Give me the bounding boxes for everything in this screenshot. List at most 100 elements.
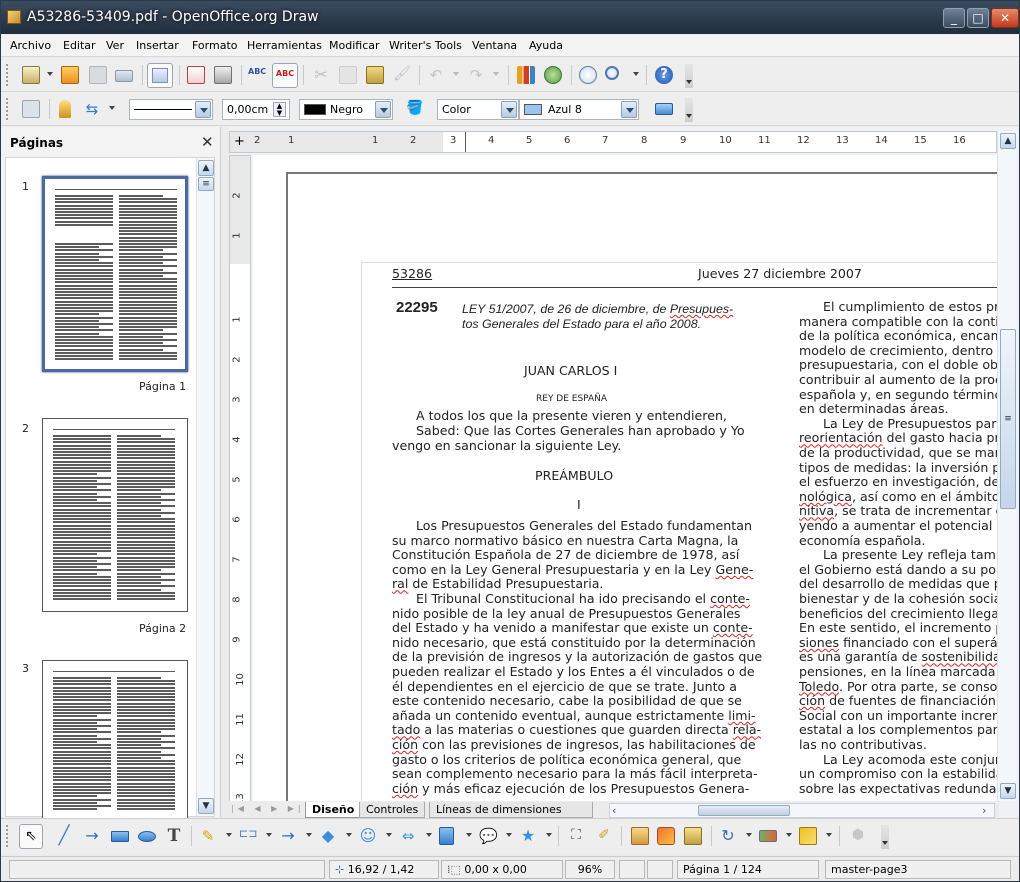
redo-dropdown-icon[interactable]	[493, 72, 499, 76]
status-insert-mode[interactable]	[619, 860, 645, 879]
lines-arrows-icon[interactable]: →	[279, 827, 297, 845]
gallery-icon[interactable]	[544, 66, 562, 84]
text-icon[interactable]: T	[165, 827, 183, 845]
tab-nav-icons[interactable]: |◀ ◀ ▶ ▶|	[231, 804, 305, 813]
line-style-select[interactable]	[129, 99, 213, 120]
rotate-dropdown-icon[interactable]	[746, 833, 752, 837]
basic-shapes-icon[interactable]: ◆	[319, 827, 337, 845]
scroll-left-icon[interactable]: ‹	[612, 804, 616, 817]
callouts-dropdown-icon[interactable]	[506, 833, 512, 837]
chevron-down-icon[interactable]	[621, 101, 637, 118]
toolbar-overflow-button[interactable]	[685, 98, 693, 122]
vertical-ruler[interactable]: 2 1 1 2 3 4 5 6 7 8 9 10 11 12 13	[229, 155, 251, 806]
scroll-thumb[interactable]: ≡	[1000, 329, 1016, 509]
area-fill-icon[interactable]: 🪣	[406, 100, 424, 118]
curve-dropdown-icon[interactable]	[226, 833, 232, 837]
zoom-icon[interactable]	[605, 66, 619, 80]
export-pdf-icon[interactable]	[187, 66, 205, 84]
area-color-select[interactable]: Azul 8	[519, 99, 639, 120]
cut-icon[interactable]: ✂	[312, 66, 330, 84]
shadow-icon[interactable]	[655, 103, 673, 115]
vertical-scrollbar[interactable]: ▲ ≡ ▼	[997, 131, 1017, 801]
symbol-shapes-icon[interactable]: ☺	[359, 827, 377, 845]
toolbar-overflow-button[interactable]	[881, 825, 889, 849]
spellcheck-icon[interactable]: ABC	[248, 66, 266, 84]
menu-formato[interactable]: Formato	[192, 39, 238, 52]
toolbar-grip[interactable]	[6, 64, 9, 86]
help-icon[interactable]: ?	[655, 66, 673, 84]
scroll-thumb[interactable]: ≡	[198, 177, 214, 191]
flowchart-dropdown-icon[interactable]	[466, 833, 472, 837]
page-thumbnail-3[interactable]	[42, 660, 188, 820]
print-icon[interactable]	[214, 66, 232, 84]
menu-ayuda[interactable]: Ayuda	[529, 39, 563, 52]
zoom-dropdown-icon[interactable]	[633, 72, 639, 76]
menu-editar[interactable]: Editar	[63, 39, 96, 52]
menu-herramientas[interactable]: Herramientas	[247, 39, 322, 52]
email-icon[interactable]	[115, 70, 133, 82]
toolbar-grip[interactable]	[6, 825, 9, 847]
scroll-up-icon[interactable]: ▲	[198, 160, 214, 176]
from-file-icon[interactable]	[657, 827, 675, 845]
basic-shapes-dropdown-icon[interactable]	[346, 833, 352, 837]
tab-controles[interactable]: Controles	[359, 802, 426, 818]
chevron-down-icon[interactable]	[195, 101, 211, 118]
paste-icon[interactable]	[366, 66, 384, 84]
align-dropdown-icon[interactable]	[786, 833, 792, 837]
arrow-style-dropdown-icon[interactable]	[109, 106, 115, 110]
scroll-up-icon[interactable]: ▲	[1000, 133, 1016, 149]
menu-insertar[interactable]: Insertar	[136, 39, 179, 52]
scroll-down-icon[interactable]: ▼	[1000, 783, 1016, 799]
gallery-icon[interactable]	[684, 827, 702, 845]
connector-dropdown-icon[interactable]	[266, 833, 272, 837]
chevron-down-icon[interactable]	[375, 101, 391, 118]
scroll-down-icon[interactable]: ▼	[198, 798, 214, 814]
clone-format-icon[interactable]: 🖌	[393, 66, 411, 84]
block-arrows-dropdown-icon[interactable]	[426, 833, 432, 837]
thumbnails-scrollbar[interactable]: ▲ ≡ ▼	[196, 158, 214, 816]
block-arrows-icon[interactable]: ⇔	[399, 827, 417, 845]
stars-icon[interactable]: ★	[519, 827, 537, 845]
ellipse-icon[interactable]	[138, 831, 156, 842]
page-thumbnail-2[interactable]	[42, 418, 188, 612]
edit-file-button[interactable]	[147, 63, 173, 88]
chevron-down-icon[interactable]	[501, 101, 517, 118]
status-zoom[interactable]: 96%	[565, 860, 615, 879]
line-color-select[interactable]: Negro	[299, 99, 393, 120]
menu-writers-tools[interactable]: Writer's Tools	[389, 39, 462, 52]
close-button[interactable]: ✕	[991, 8, 1019, 28]
stars-dropdown-icon[interactable]	[546, 833, 552, 837]
undo-icon[interactable]: ↶	[427, 66, 445, 84]
flowchart-icon[interactable]	[439, 827, 454, 845]
new-icon[interactable]	[22, 66, 40, 84]
connector-icon[interactable]: ⊏⊐	[239, 827, 257, 845]
rotate-icon[interactable]: ↻	[719, 827, 737, 845]
line-icon[interactable]: ╱	[55, 827, 73, 845]
copy-icon[interactable]	[339, 66, 357, 84]
extrusion-icon[interactable]: ⬢	[849, 827, 867, 845]
save-icon[interactable]	[89, 66, 107, 84]
ruler-origin-icon[interactable]: +	[234, 134, 245, 149]
redo-icon[interactable]: ↷	[467, 66, 485, 84]
points-icon[interactable]: ⛶	[567, 827, 585, 845]
rectangle-icon[interactable]	[111, 831, 129, 842]
open-icon[interactable]	[61, 66, 79, 84]
horizontal-ruler[interactable]: + 2 1 1 2 3 4 5 6 7 8 9 10 11 12 13 14 15 16	[229, 131, 997, 153]
menu-ver[interactable]: Ver	[106, 39, 124, 52]
new-dropdown-icon[interactable]	[47, 72, 53, 76]
horizontal-scrollbar[interactable]: ‹ ›	[609, 803, 995, 818]
toolbar-grip[interactable]	[6, 98, 9, 120]
document-view[interactable]: 53286 Jueves 27 diciembre 2007 22295 LEY…	[253, 155, 997, 807]
menu-archivo[interactable]: Archivo	[10, 39, 51, 52]
callouts-icon[interactable]: 💬	[479, 827, 498, 845]
tab-lineas-dimensiones[interactable]: Líneas de dimensiones	[429, 802, 593, 818]
area-style-select[interactable]: Color	[437, 99, 519, 120]
navigator-icon[interactable]	[579, 66, 597, 84]
symbol-shapes-dropdown-icon[interactable]	[386, 833, 392, 837]
select-icon[interactable]: ⇖	[19, 824, 43, 849]
minimize-button[interactable]: _	[943, 8, 965, 28]
scroll-thumb[interactable]	[698, 805, 790, 816]
arrow-style-icon[interactable]: ⇆	[83, 100, 101, 118]
chart-icon[interactable]	[517, 66, 535, 84]
arrange-icon[interactable]	[799, 827, 817, 845]
